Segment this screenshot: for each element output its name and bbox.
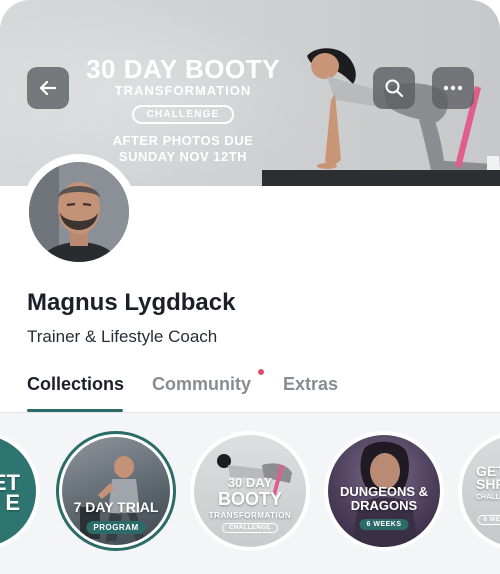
- more-horizontal-icon: [443, 85, 463, 91]
- collection-card-dungeons-dragons[interactable]: DUNGEONS & DRAGONS 6 WEEKS: [324, 431, 444, 551]
- promo-challenge-pill: CHALLENGE: [132, 105, 234, 124]
- athlete-image: [307, 48, 500, 174]
- collection-title: 7 DAY TRIAL: [73, 499, 159, 515]
- tab-community[interactable]: Community: [152, 374, 251, 395]
- tab-collections[interactable]: Collections: [27, 374, 124, 395]
- collection-thumbnail: ET E: [0, 435, 36, 547]
- collections-carousel[interactable]: ET E 7 DAY TRIAL PROGRAM: [0, 413, 500, 574]
- collection-thumbnail: GET SHR CHALL 6 WE: [462, 435, 500, 547]
- collection-title-line: BOOTY: [217, 489, 282, 509]
- back-button[interactable]: [27, 67, 69, 109]
- collection-card[interactable]: GET SHR CHALL 6 WE: [458, 431, 500, 551]
- collection-title-line: DRAGONS: [350, 498, 418, 513]
- trainer-portrait: [29, 162, 129, 262]
- avatar[interactable]: [21, 154, 137, 270]
- collection-title-line: CHALL: [476, 494, 500, 501]
- collection-tag: CHALLENGE: [222, 523, 278, 533]
- challenge-promo[interactable]: 30 DAY BOOTY TRANSFORMATION CHALLENGE AF…: [80, 56, 286, 165]
- collection-card-30-day-booty[interactable]: 30 DAY BOOTY TRANSFORMATION CHALLENGE: [190, 431, 310, 551]
- promo-subtitle: TRANSFORMATION: [114, 83, 252, 98]
- avatar-photo: [29, 162, 129, 262]
- promo-title: 30 DAY BOOTY: [86, 54, 280, 84]
- profile-role: Trainer & Lifestyle Coach: [27, 327, 218, 346]
- collection-tag: PROGRAM: [86, 521, 146, 534]
- more-options-button[interactable]: [432, 67, 474, 109]
- search-icon: [385, 79, 404, 98]
- collection-thumbnail: 30 DAY BOOTY TRANSFORMATION CHALLENGE: [194, 435, 306, 547]
- collection-tag: 6 WE: [477, 515, 500, 525]
- collection-card[interactable]: ET E: [0, 431, 40, 551]
- collection-title-line: SHR: [476, 476, 500, 492]
- carousel-fade: [0, 553, 500, 574]
- tab-extras[interactable]: Extras: [283, 374, 338, 395]
- collection-thumbnail: 7 DAY TRIAL PROGRAM: [62, 437, 170, 545]
- community-notification-dot: [258, 369, 264, 375]
- exercise-mat: [262, 170, 500, 186]
- active-tab-indicator: [27, 409, 123, 412]
- collection-title-line: 30 DAY: [227, 475, 273, 490]
- profile-name: Magnus Lygdback: [27, 289, 236, 316]
- collection-thumbnail: DUNGEONS & DRAGONS 6 WEEKS: [328, 435, 440, 547]
- profile-tabs: Collections Community Extras: [0, 368, 500, 413]
- collection-title-line: DUNGEONS &: [339, 484, 429, 499]
- collection-tag: 6 WEEKS: [359, 519, 409, 530]
- collection-title-line: E: [5, 490, 20, 515]
- collection-title-line: TRANSFORMATION: [208, 511, 292, 520]
- profile-screen: 30 DAY BOOTY TRANSFORMATION CHALLENGE AF…: [0, 0, 500, 574]
- promo-due-line1: AFTER PHOTOS DUE: [112, 133, 254, 148]
- collection-card-7-day-trial[interactable]: 7 DAY TRIAL PROGRAM: [56, 431, 176, 551]
- search-button[interactable]: [373, 67, 415, 109]
- promo-due-date: AFTER PHOTOS DUE SUNDAY NOV 12TH: [80, 133, 286, 165]
- arrow-left-icon: [39, 80, 57, 96]
